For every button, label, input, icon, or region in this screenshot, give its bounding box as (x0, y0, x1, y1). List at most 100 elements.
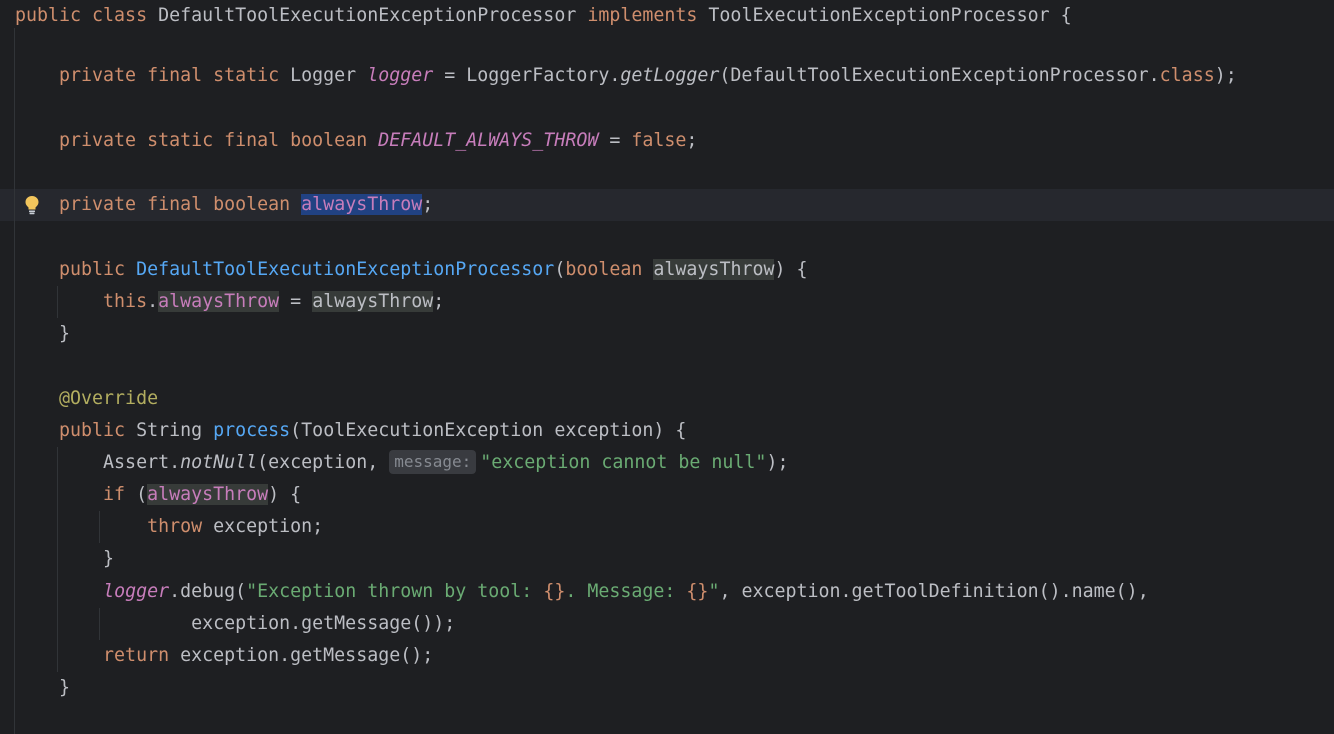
code-token: class (1159, 65, 1215, 86)
code-line[interactable]: private final static Logger logger = Log… (0, 60, 1334, 92)
code-token: ( (136, 484, 148, 505)
code-token: " (708, 581, 720, 602)
code-token: (DefaultToolExecutionExceptionProcessor. (719, 65, 1160, 86)
code-line-text: this.alwaysThrow = alwaysThrow; (15, 286, 444, 318)
indent-guide-class-body (14, 28, 15, 734)
indent-guide-if-body (99, 511, 100, 543)
code-line[interactable]: public DefaultToolExecutionExceptionProc… (0, 254, 1334, 286)
code-token: boolean (565, 259, 654, 280)
code-line-text: throw exception; (15, 511, 323, 543)
code-token: ) { (774, 259, 808, 280)
code-token: private final static (15, 65, 291, 86)
code-token: } (15, 548, 115, 569)
code-line-text: @Override (15, 383, 158, 415)
code-token: } (15, 323, 71, 344)
code-token: {} (543, 581, 566, 602)
code-line[interactable]: throw exception; (0, 511, 1334, 543)
code-token: String (136, 420, 214, 441)
code-token: = LoggerFactory. (433, 65, 621, 86)
code-token: private static final boolean (15, 130, 379, 151)
code-token: public class (15, 5, 159, 26)
code-line-text: public String process(ToolExecutionExcep… (15, 415, 686, 447)
indent-guide-debug-continuation (99, 608, 100, 640)
code-token: {} (686, 581, 709, 602)
code-token: . Message: (565, 581, 687, 602)
code-line-text: public class DefaultToolExecutionExcepti… (15, 0, 1072, 32)
code-line-text: } (15, 318, 70, 350)
code-line[interactable]: Assert.notNull(exception, message: "excep… (0, 447, 1334, 479)
code-line[interactable]: this.alwaysThrow = alwaysThrow; (0, 286, 1334, 318)
code-token: exception.getMessage()); (15, 613, 456, 634)
code-line[interactable]: } (0, 672, 1334, 704)
code-token: . (147, 291, 159, 312)
code-token: DefaultToolExecutionExceptionProcessor (136, 259, 555, 280)
code-line[interactable]: return exception.getMessage(); (0, 640, 1334, 672)
code-line-text: private static final boolean DEFAULT_ALW… (15, 125, 697, 157)
code-token: alwaysThrow (301, 194, 423, 215)
code-token: exception; (213, 516, 324, 537)
code-line[interactable]: if (alwaysThrow) { (0, 479, 1334, 511)
code-editor[interactable]: } return exception.getMessage(); excepti… (0, 0, 1334, 734)
code-token: = (598, 130, 632, 151)
code-token: ) { (268, 484, 302, 505)
code-token: ); (1214, 65, 1237, 86)
code-token: return (15, 645, 181, 666)
code-token: getLogger (620, 65, 720, 86)
code-line[interactable]: private static final boolean DEFAULT_ALW… (0, 125, 1334, 157)
code-line[interactable]: exception.getMessage()); (0, 608, 1334, 640)
code-token: ; (686, 130, 698, 151)
indent-guide-method-body (57, 447, 58, 672)
code-token: private final boolean (15, 194, 302, 215)
code-line-text: private final static Logger logger = Log… (15, 60, 1237, 92)
code-token: process (213, 420, 291, 441)
code-token: public (15, 420, 137, 441)
code-token: ; (433, 291, 445, 312)
code-token: } (15, 677, 71, 698)
code-line[interactable]: logger.debug("Exception thrown by tool: … (0, 576, 1334, 608)
code-token: Assert. (15, 452, 181, 473)
code-line-text: Assert.notNull(exception, message: "excep… (15, 447, 788, 479)
code-line[interactable]: } (0, 543, 1334, 575)
code-line-text: exception.getMessage()); (15, 608, 455, 640)
code-line[interactable]: } (0, 318, 1334, 350)
code-line[interactable]: public class DefaultToolExecutionExcepti… (0, 0, 1334, 32)
code-token: Logger (290, 65, 368, 86)
code-token: implements (587, 5, 709, 26)
code-token: alwaysThrow (653, 259, 775, 280)
code-token: "exception cannot be null" (480, 452, 767, 473)
code-token: (exception, (257, 452, 390, 473)
code-token: DEFAULT_ALWAYS_THROW (378, 130, 599, 151)
code-line[interactable]: @Override (0, 383, 1334, 415)
code-token: logger (103, 581, 170, 602)
code-token: logger (367, 65, 434, 86)
parameter-name-hint: message: (389, 450, 477, 474)
code-line[interactable]: private final boolean alwaysThrow; (0, 189, 1334, 221)
code-token: throw (15, 516, 214, 537)
code-token: "Exception thrown by tool: (246, 581, 544, 602)
code-token: (ToolExecutionException exception) { (290, 420, 687, 441)
code-token: false (631, 130, 687, 151)
code-line[interactable]: public String process(ToolExecutionExcep… (0, 415, 1334, 447)
code-line-text: return exception.getMessage(); (15, 640, 433, 672)
code-token: notNull (180, 452, 258, 473)
code-token: ; (422, 194, 434, 215)
code-token: ); (766, 452, 789, 473)
code-line-text: } (15, 543, 114, 575)
code-token: DefaultToolExecutionExceptionProcessor (158, 5, 588, 26)
indent-guide-constructor-body (57, 286, 58, 318)
code-token: alwaysThrow (312, 291, 434, 312)
code-token: if (15, 484, 137, 505)
code-token: public (15, 259, 137, 280)
code-token: ToolExecutionExceptionProcessor { (708, 5, 1072, 26)
code-token: alwaysThrow (147, 484, 269, 505)
code-line-text: public DefaultToolExecutionExceptionProc… (15, 254, 808, 286)
lightbulb-icon[interactable] (24, 195, 40, 215)
code-token: ( (554, 259, 566, 280)
code-token: @Override (15, 388, 159, 409)
code-token: , exception.getToolDefinition().name(), (719, 581, 1149, 602)
code-token: = (279, 291, 313, 312)
code-line-text: } (15, 672, 70, 704)
code-line-text: private final boolean alwaysThrow; (15, 189, 433, 221)
code-token: exception.getMessage(); (180, 645, 434, 666)
code-token: .debug( (169, 581, 247, 602)
